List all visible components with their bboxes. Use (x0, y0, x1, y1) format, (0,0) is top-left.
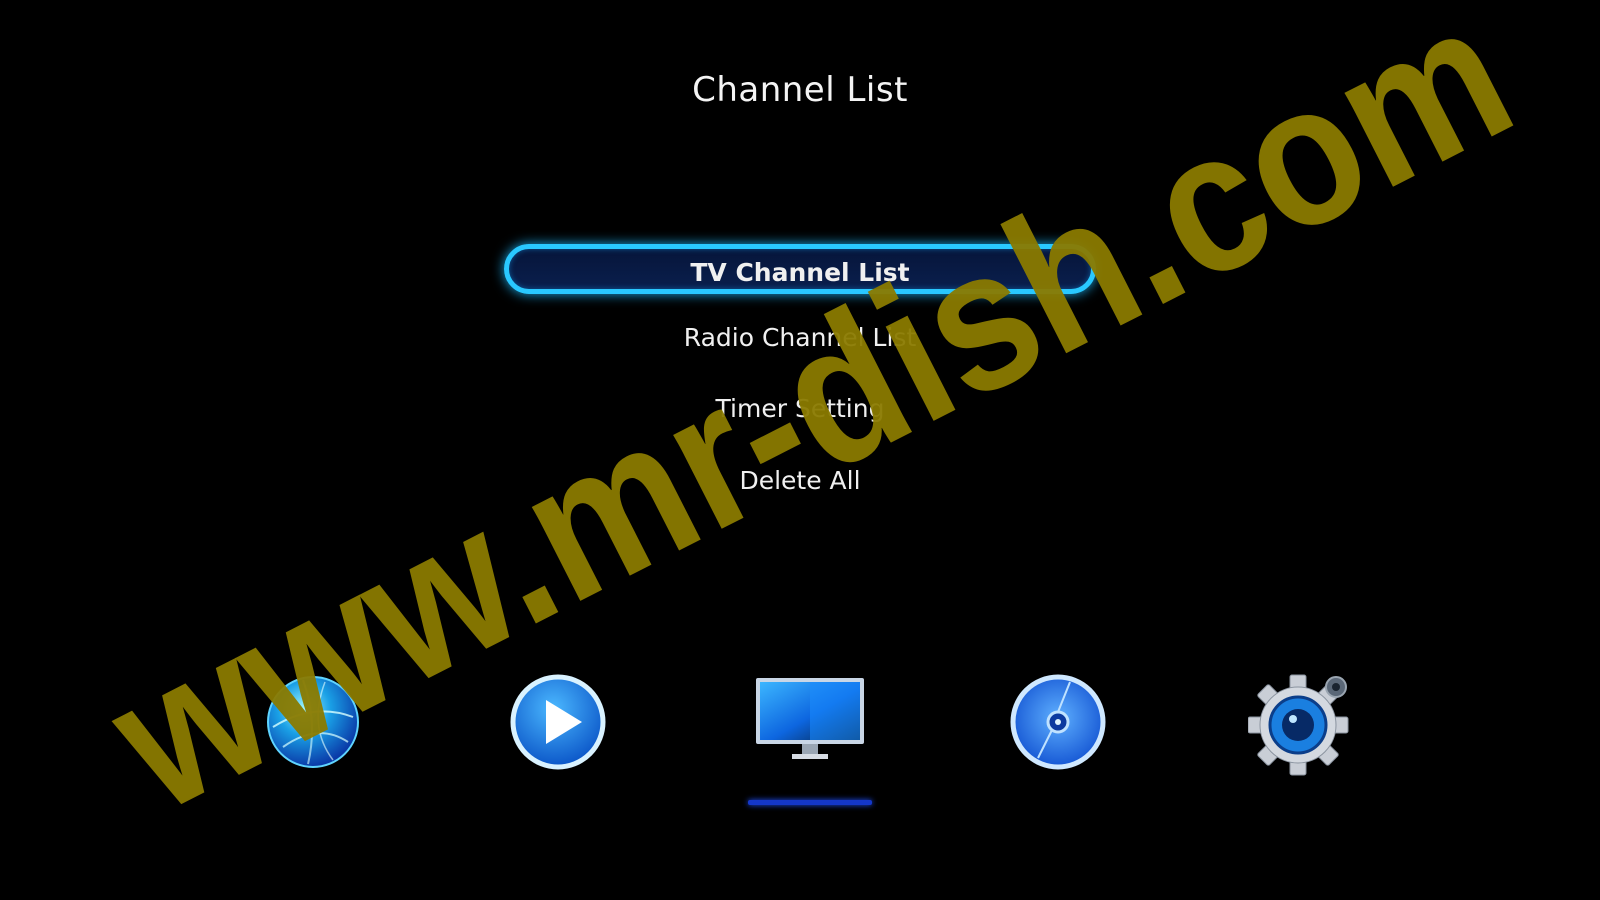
disc-icon (1010, 674, 1106, 770)
tv-monitor-icon (756, 678, 864, 759)
menu-item-radio-channel-list[interactable]: Radio Channel List (684, 323, 916, 352)
page-title: Channel List (692, 70, 908, 110)
dock-item-media-disc[interactable] (1003, 672, 1113, 772)
dock-item-settings[interactable] (1248, 672, 1358, 776)
menu-item-timer-setting[interactable]: Timer Setting (716, 394, 885, 423)
globe-icon (267, 676, 359, 768)
dock-item-media-player[interactable] (503, 672, 613, 772)
settings-gear-icon (1248, 674, 1349, 776)
play-icon (510, 674, 606, 770)
active-tab-indicator (748, 800, 872, 805)
dock-item-channel-list[interactable] (748, 672, 872, 772)
menu-item-tv-channel-list[interactable]: TV Channel List (504, 244, 1096, 294)
menu-item-delete-all[interactable]: Delete All (739, 466, 860, 495)
dock-item-globe[interactable] (258, 672, 368, 772)
main-menu-dock (0, 672, 1600, 802)
